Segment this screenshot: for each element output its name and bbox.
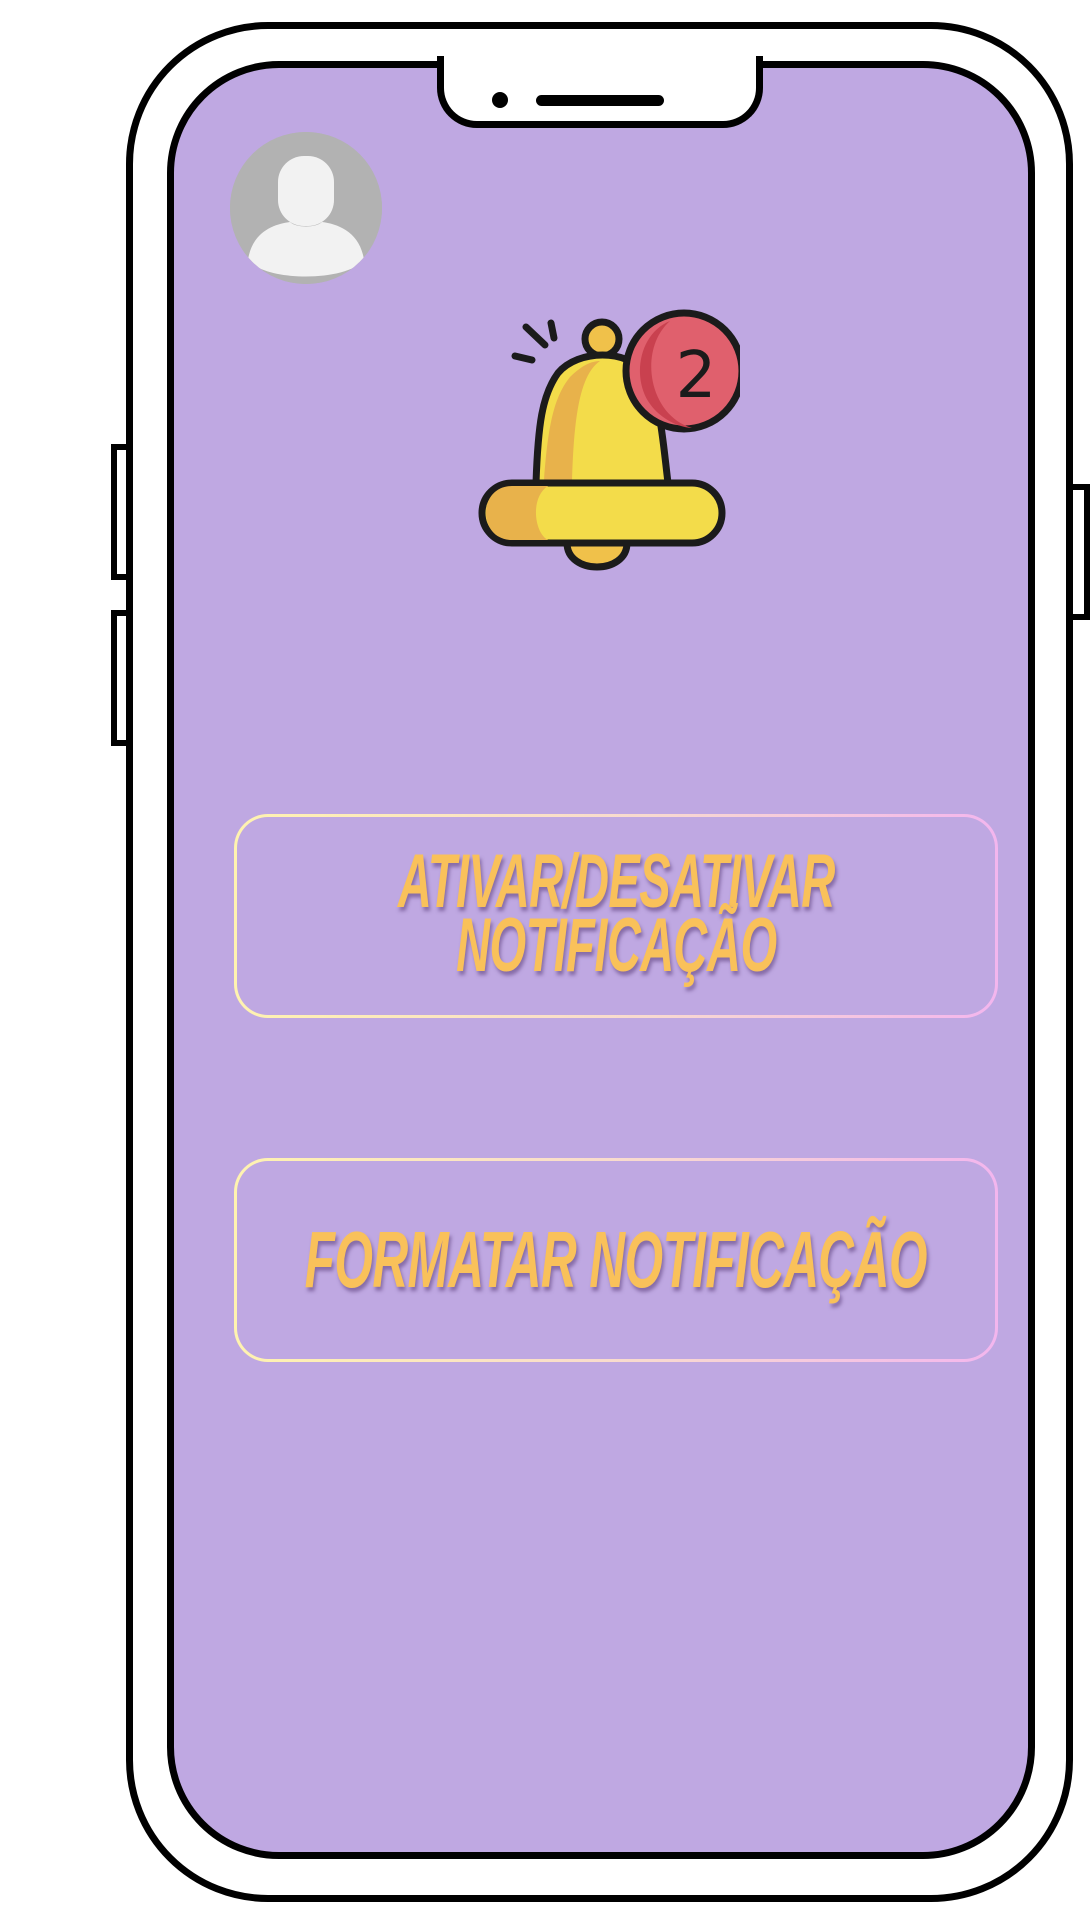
toggle-notification-button[interactable]: ATIVAR/DESATIVAR NOTIFICAÇÃO bbox=[234, 814, 998, 1018]
phone-mockup: 2 ATIVAR/DESATIVAR NOTIFICAÇÃO FORMATAR … bbox=[0, 0, 1090, 1920]
front-camera bbox=[492, 92, 508, 108]
user-silhouette-icon bbox=[230, 132, 382, 284]
notification-count-badge: 2 bbox=[676, 339, 717, 413]
user-avatar-icon[interactable] bbox=[230, 132, 382, 284]
format-notification-label: FORMATAR NOTIFICAÇÃO bbox=[304, 1215, 928, 1304]
format-notification-button[interactable]: FORMATAR NOTIFICAÇÃO bbox=[234, 1158, 998, 1362]
notch-top bbox=[444, 54, 756, 66]
toggle-notification-label: ATIVAR/DESATIVAR NOTIFICAÇÃO bbox=[397, 839, 835, 988]
phone-notch bbox=[437, 56, 763, 128]
bell-icon[interactable]: 2 bbox=[470, 305, 740, 590]
earpiece-speaker bbox=[536, 95, 664, 106]
